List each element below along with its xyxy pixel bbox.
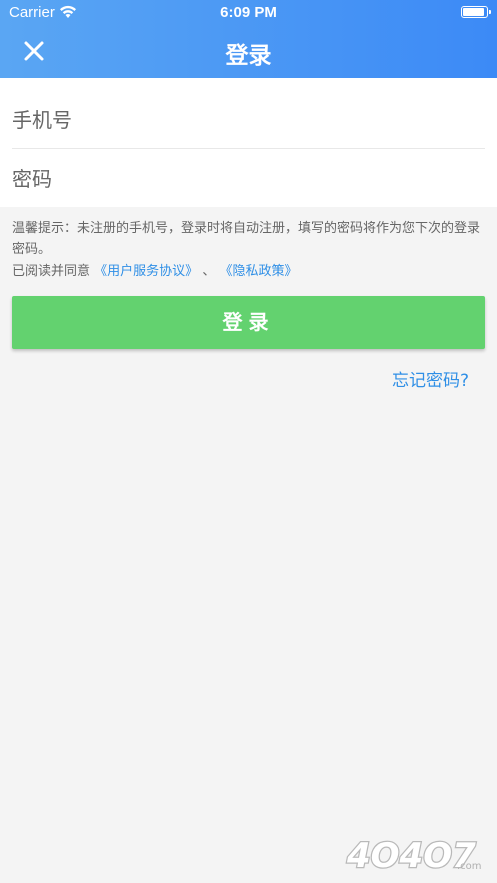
agreement-prefix: 已阅读并同意 bbox=[12, 264, 91, 279]
user-agreement-link[interactable]: 《用户服务协议》 bbox=[94, 264, 198, 279]
forgot-password-link[interactable]: 忘记密码? bbox=[392, 366, 469, 391]
header: Carrier 6:09 PM 登录 bbox=[0, 0, 497, 78]
svg-text:.com: .com bbox=[457, 861, 482, 872]
agreement-separator: 、 bbox=[202, 264, 216, 279]
password-input[interactable] bbox=[12, 147, 482, 211]
agreement-text: 已阅读并同意 《用户服务协议》 、 《隐私政策》 bbox=[12, 262, 487, 282]
phone-field-wrapper bbox=[0, 88, 497, 152]
battery-icon bbox=[461, 6, 491, 18]
privacy-policy-link[interactable]: 《隐私政策》 bbox=[219, 264, 297, 279]
status-bar: Carrier 6:09 PM bbox=[0, 0, 497, 26]
login-form bbox=[0, 78, 497, 211]
login-button[interactable]: 登录 bbox=[12, 296, 485, 349]
registration-hint: 温馨提示：未注册的手机号，登录时将自动注册，填写的密码将作为您下次的登录密码。 bbox=[12, 221, 481, 257]
password-field-wrapper bbox=[0, 147, 497, 211]
page-title: 登录 bbox=[225, 43, 272, 69]
phone-input[interactable] bbox=[12, 88, 482, 152]
status-time: 6:09 PM bbox=[220, 4, 277, 21]
watermark-logo: 4O4O7 .com bbox=[345, 835, 482, 877]
